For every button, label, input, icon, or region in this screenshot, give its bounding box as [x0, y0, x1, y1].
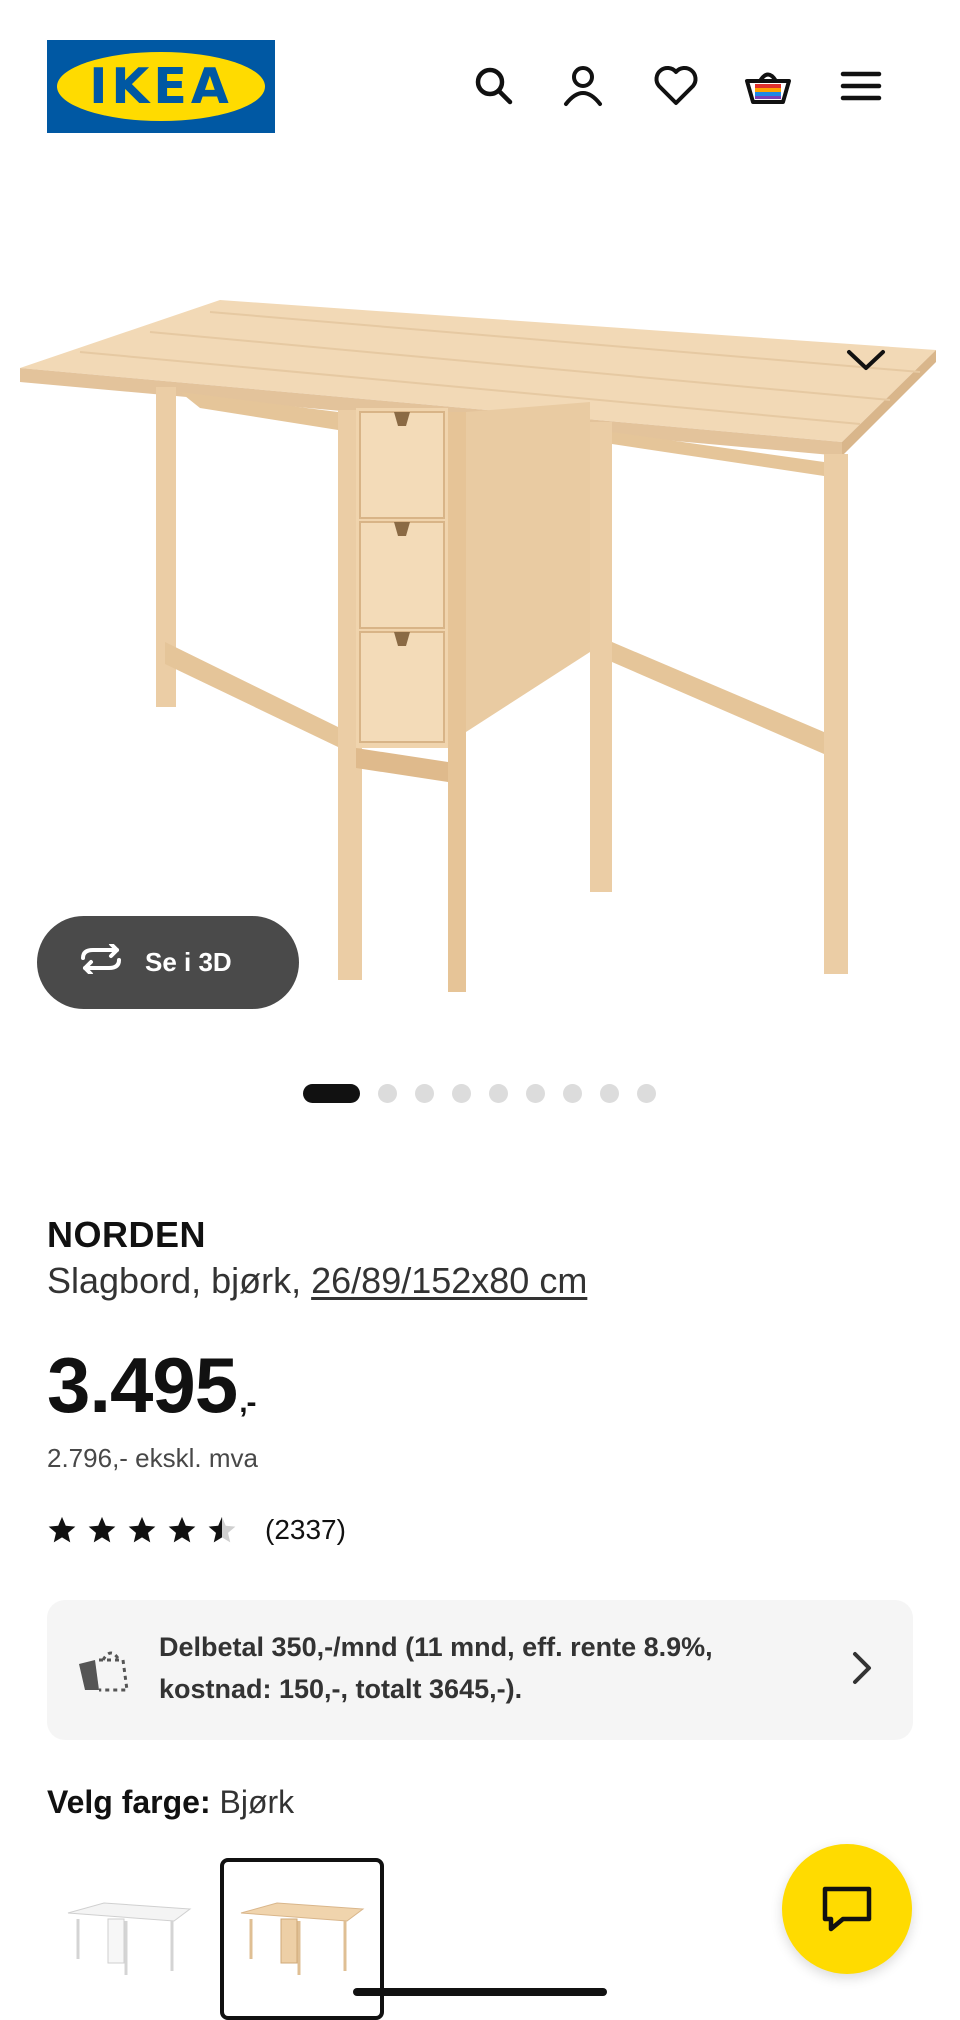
ikea-logo[interactable]: IKEA [47, 40, 275, 133]
product-type: Slagbord, bjørk, [47, 1260, 312, 1301]
home-indicator [353, 1988, 607, 1996]
cart-icon[interactable] [740, 58, 796, 114]
color-selector-label: Velg farge: Bjørk [47, 1784, 294, 1821]
selected-color-value: Bjørk [219, 1784, 295, 1820]
gallery-pagination[interactable] [303, 1083, 656, 1103]
chevron-right-icon [853, 1652, 871, 1684]
price-ex-vat: 2.796,- ekskl. mva [47, 1443, 258, 1473]
birch-table-thumbnail [240, 1902, 365, 1975]
product-dimensions-link[interactable]: 26/89/152x80 cm [311, 1260, 587, 1301]
logo-text: IKEA [89, 58, 233, 115]
installment-text: Delbetal 350,-/mnd (11 mnd, eff. rente 8… [159, 1632, 713, 1704]
star-icon [128, 1516, 156, 1543]
rating-count[interactable]: (2337) [265, 1514, 346, 1546]
pagination-dot[interactable] [378, 1083, 397, 1103]
product-name: NORDEN [47, 1214, 207, 1255]
chat-button[interactable] [782, 1844, 912, 1974]
search-icon[interactable] [466, 58, 522, 114]
view-3d-label: Se i 3D [145, 947, 232, 977]
product-price: 3.495,- [47, 1340, 257, 1431]
view-3d-button[interactable]: Se i 3D [37, 916, 299, 1009]
pagination-dot[interactable] [489, 1083, 508, 1103]
pagination-dot[interactable] [452, 1083, 471, 1103]
star-icon [88, 1516, 116, 1543]
product-rating[interactable]: (2337) [47, 1514, 346, 1546]
installment-banner[interactable]: Delbetal 350,-/mnd (11 mnd, eff. rente 8… [47, 1600, 913, 1740]
site-header: IKEA [0, 0, 960, 172]
chevron-down-icon[interactable] [836, 342, 896, 378]
white-table-thumbnail [67, 1902, 192, 1975]
star-icon [48, 1516, 76, 1543]
pagination-dot[interactable] [563, 1083, 582, 1103]
color-label-title: Velg farge: [47, 1784, 211, 1820]
pagination-dot[interactable] [526, 1083, 545, 1103]
heart-icon[interactable] [648, 58, 704, 114]
product-description: Slagbord, bjørk, 26/89/152x80 cm [47, 1260, 587, 1302]
pagination-dot-active[interactable] [303, 1083, 360, 1103]
pagination-dot[interactable] [637, 1083, 656, 1103]
color-option-white[interactable] [47, 1858, 211, 2020]
pagination-dot[interactable] [600, 1083, 619, 1103]
pagination-dot[interactable] [415, 1083, 434, 1103]
rotate-icon [77, 942, 125, 981]
price-main: 3.495 [47, 1341, 238, 1429]
account-icon[interactable] [555, 58, 611, 114]
installment-icon [79, 1651, 129, 1692]
chat-icon [822, 1886, 872, 1932]
rating-stars [47, 1515, 237, 1545]
price-suffix: ,- [239, 1386, 256, 1419]
menu-icon[interactable] [833, 58, 889, 114]
star-icon [168, 1516, 196, 1543]
star-half-icon [208, 1516, 236, 1543]
